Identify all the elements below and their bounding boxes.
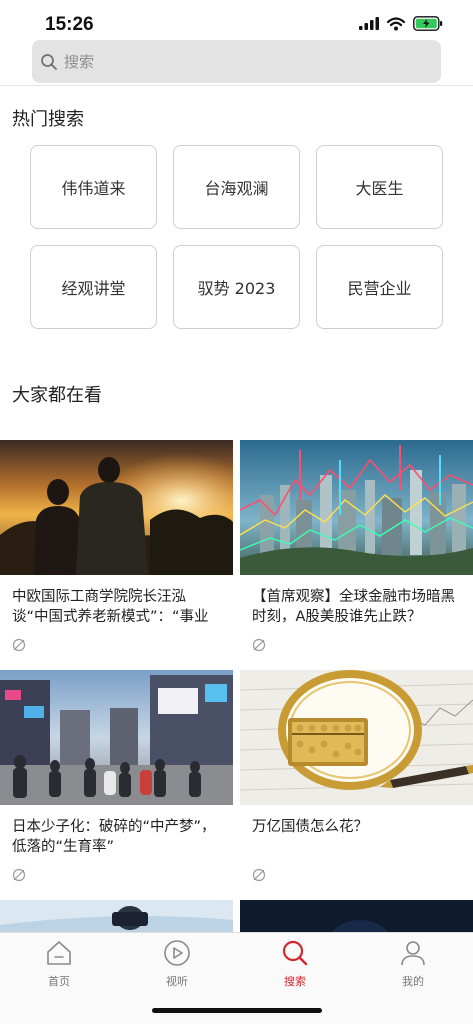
- article-title[interactable]: 日本少子化：破碎的“中产梦”，低落的“生育率”: [0, 817, 233, 857]
- search-icon: [282, 940, 308, 966]
- tab-video[interactable]: 视听: [137, 939, 217, 989]
- home-icon: [47, 941, 71, 965]
- article-feed[interactable]: 中欧国际工商学院院长汪泓谈“中国式养老新模式”：“事业 【首席观察】全球金融市场…: [0, 440, 473, 932]
- tab-label: 首页: [48, 975, 70, 988]
- article-thumbnail-vr-headset[interactable]: [0, 900, 233, 932]
- hot-search-item[interactable]: 伟伟道来: [30, 145, 157, 229]
- article-card[interactable]: 中欧国际工商学院院长汪泓谈“中国式养老新模式”：“事业: [0, 440, 233, 653]
- user-icon: [401, 941, 425, 966]
- search-icon: [41, 53, 57, 70]
- tab-home[interactable]: 首页: [19, 939, 99, 989]
- article-meta: [240, 867, 473, 883]
- article-title[interactable]: 【首席观察】全球金融市场暗黑时刻，A股美股谁先止跌？: [240, 587, 473, 627]
- article-card[interactable]: 【首席观察】全球金融市场暗黑时刻，A股美股谁先止跌？: [240, 440, 473, 653]
- tab-label: 视听: [166, 975, 188, 988]
- hot-search-title: 热门搜索: [12, 109, 84, 130]
- audio-play-icon: [252, 638, 266, 652]
- article-card[interactable]: [240, 900, 473, 932]
- status-time: 15:26: [45, 14, 94, 35]
- wifi-icon: [387, 16, 405, 30]
- article-title[interactable]: 中欧国际工商学院院长汪泓谈“中国式养老新模式”：“事业: [0, 587, 233, 627]
- article-thumbnail-city-market[interactable]: [240, 440, 473, 575]
- audio-play-icon: [252, 868, 266, 882]
- hot-search-item[interactable]: 民营企业: [316, 245, 443, 329]
- audio-play-icon: [12, 868, 26, 882]
- audio-play-icon: [12, 638, 26, 652]
- status-icons: [359, 16, 443, 31]
- hot-search-item[interactable]: 台海观澜: [173, 145, 300, 229]
- play-icon: [164, 940, 190, 966]
- home-indicator: [152, 1008, 322, 1013]
- article-thumbnail-sunset[interactable]: [0, 440, 233, 575]
- header-divider: [0, 85, 473, 86]
- hot-search-item[interactable]: 驭势 2023: [173, 245, 300, 329]
- article-thumbnail-dark-tech[interactable]: [240, 900, 473, 932]
- article-card[interactable]: [0, 900, 233, 932]
- cellular-signal-icon: [359, 17, 379, 30]
- everyone-watching-title: 大家都在看: [12, 385, 102, 406]
- tab-label: 我的: [402, 975, 424, 988]
- tab-label: 搜索: [284, 975, 306, 988]
- tab-search[interactable]: 搜索: [255, 939, 335, 989]
- article-meta: [0, 637, 233, 653]
- hot-search-item[interactable]: 经观讲堂: [30, 245, 157, 329]
- status-bar: 15:26: [0, 0, 473, 40]
- article-title[interactable]: 万亿国债怎么花？: [240, 817, 473, 857]
- article-card[interactable]: 万亿国债怎么花？: [240, 670, 473, 883]
- article-card[interactable]: 日本少子化：破碎的“中产梦”，低落的“生育率”: [0, 670, 233, 883]
- article-thumbnail-abacus-magnifier[interactable]: [240, 670, 473, 805]
- search-input[interactable]: [64, 52, 404, 71]
- article-meta: [0, 867, 233, 883]
- search-bar[interactable]: [32, 40, 441, 83]
- tab-profile[interactable]: 我的: [373, 939, 453, 989]
- article-thumbnail-crowd-crossing[interactable]: [0, 670, 233, 805]
- battery-charging-icon: [413, 16, 443, 31]
- hot-search-item[interactable]: 大医生: [316, 145, 443, 229]
- hot-search-grid: 伟伟道来 台海观澜 大医生 经观讲堂 驭势 2023 民营企业: [30, 145, 443, 329]
- article-meta: [240, 637, 473, 653]
